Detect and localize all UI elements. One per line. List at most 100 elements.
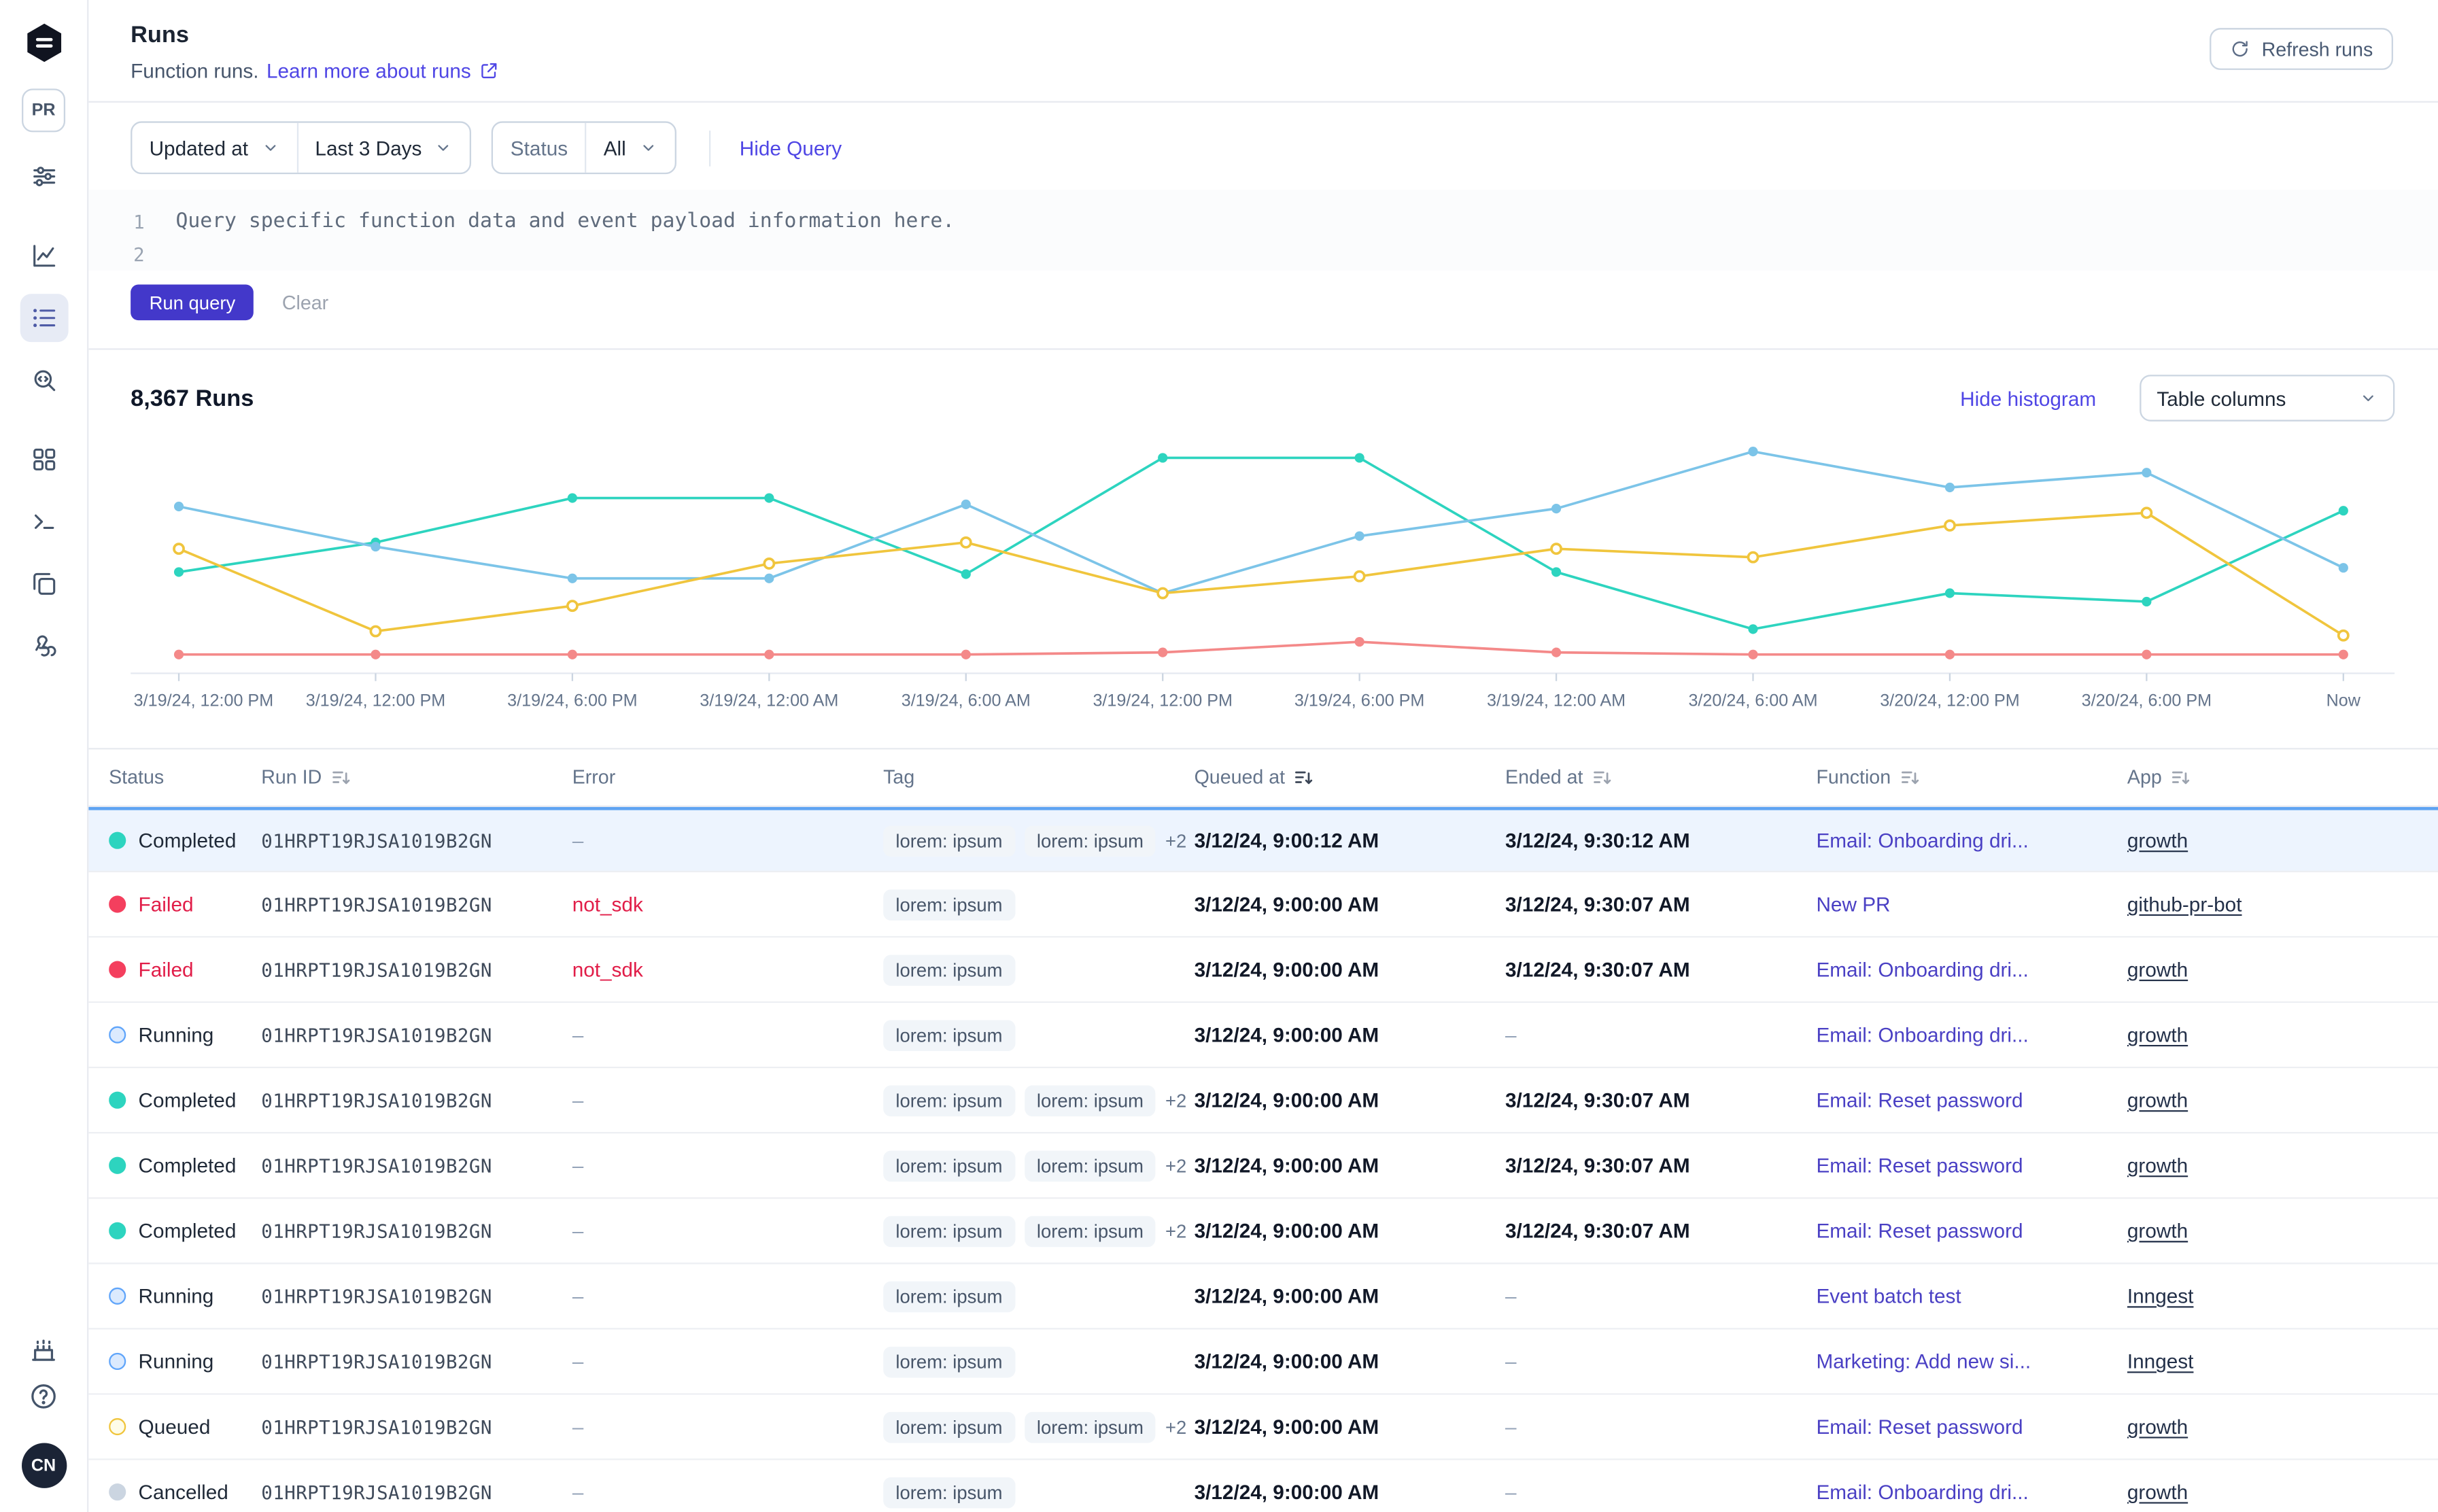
status-label: Failed bbox=[139, 893, 194, 916]
sidebar-item-webhook[interactable] bbox=[20, 622, 68, 670]
app-cell: growth bbox=[2127, 829, 2438, 852]
sidebar-footer: CN bbox=[21, 1333, 66, 1488]
table-row[interactable]: Queued01HRPT19RJSA1019B2GN–lorem: ipsuml… bbox=[88, 1395, 2438, 1460]
function-cell: Email: Onboarding dri... bbox=[1816, 829, 2127, 852]
status-label: Running bbox=[139, 1350, 214, 1373]
learn-more-link[interactable]: Learn more about runs bbox=[267, 59, 471, 82]
app-link[interactable]: growth bbox=[2127, 1480, 2188, 1503]
app-link[interactable]: growth bbox=[2127, 1088, 2188, 1112]
function-link[interactable]: Email: Reset password bbox=[1816, 1154, 2023, 1177]
sidebar-item-events-terminal[interactable] bbox=[20, 498, 68, 546]
hide-query-link[interactable]: Hide Query bbox=[740, 136, 842, 159]
extra-tags-count: +2 bbox=[1165, 829, 1186, 851]
help-icon[interactable] bbox=[28, 1381, 59, 1412]
runs-histogram-chart: 3/19/24, 12:00 PM 3/19/24, 12:00 PM 3/19/2… bbox=[88, 437, 2438, 720]
queued-at-cell: 3/12/24, 9:00:00 AM bbox=[1195, 1350, 1505, 1373]
sidebar-item-code-search[interactable] bbox=[20, 356, 68, 405]
column-label: App bbox=[2127, 767, 2162, 789]
app-link[interactable]: growth bbox=[2127, 958, 2188, 981]
tag-badge: lorem: ipsum bbox=[883, 825, 1015, 856]
tag-cell: lorem: ipsum bbox=[883, 954, 1194, 985]
app-link[interactable]: Inngest bbox=[2127, 1284, 2194, 1307]
column-header-function[interactable]: Function bbox=[1816, 766, 2127, 789]
app-link[interactable]: growth bbox=[2127, 829, 2188, 852]
sidebar-item-docs-copy[interactable] bbox=[20, 560, 68, 608]
tag-badge: lorem: ipsum bbox=[883, 1281, 1015, 1312]
tag-cell: lorem: ipsumlorem: ipsum+2 bbox=[883, 1150, 1194, 1181]
table-row[interactable]: Completed01HRPT19RJSA1019B2GN–lorem: ips… bbox=[88, 807, 2438, 872]
user-avatar[interactable]: CN bbox=[21, 1443, 66, 1488]
svg-text:3/19/24, 6:00 PM: 3/19/24, 6:00 PM bbox=[507, 691, 637, 710]
table-row[interactable]: Running01HRPT19RJSA1019B2GN–lorem: ipsum… bbox=[88, 1264, 2438, 1329]
column-header-ended-at[interactable]: Ended at bbox=[1505, 766, 1816, 789]
column-header-run-id[interactable]: Run ID bbox=[261, 766, 572, 789]
sidebar-item-metrics-chart[interactable] bbox=[20, 232, 68, 280]
function-link[interactable]: Event batch test bbox=[1816, 1284, 1961, 1307]
app-link[interactable]: growth bbox=[2127, 1154, 2188, 1177]
status-filter-value: All bbox=[604, 136, 626, 159]
error-cell: – bbox=[572, 1480, 883, 1503]
app-link[interactable]: growth bbox=[2127, 1415, 2188, 1438]
column-header-queued-at[interactable]: Queued at bbox=[1195, 766, 1505, 789]
function-link[interactable]: Marketing: Add new si... bbox=[1816, 1350, 2031, 1373]
column-header-app[interactable]: App bbox=[2127, 766, 2438, 789]
refresh-runs-button[interactable]: Refresh runs bbox=[2210, 28, 2393, 70]
function-link[interactable]: Email: Onboarding dri... bbox=[1816, 958, 2028, 981]
hide-histogram-link[interactable]: Hide histogram bbox=[1960, 386, 2096, 409]
error-cell: not_sdk bbox=[572, 893, 883, 916]
run-query-button[interactable]: Run query bbox=[131, 285, 254, 321]
run-id-cell: 01HRPT19RJSA1019B2GN bbox=[261, 1154, 572, 1176]
ended-at-cell: – bbox=[1505, 1415, 1816, 1438]
clear-query-button[interactable]: Clear bbox=[282, 292, 328, 313]
function-link[interactable]: Email: Onboarding dri... bbox=[1816, 1480, 2028, 1503]
function-link[interactable]: New PR bbox=[1816, 893, 1890, 916]
app-link[interactable]: github-pr-bot bbox=[2127, 893, 2242, 916]
app-link[interactable]: growth bbox=[2127, 1023, 2188, 1046]
table-row[interactable]: Running01HRPT19RJSA1019B2GN–lorem: ipsum… bbox=[88, 1003, 2438, 1068]
function-link[interactable]: Email: Reset password bbox=[1816, 1088, 2023, 1112]
status-filter-dropdown[interactable]: All bbox=[585, 123, 674, 173]
line-number: 2 bbox=[88, 243, 144, 265]
app-logo[interactable] bbox=[21, 20, 66, 65]
tag-badge: lorem: ipsum bbox=[883, 1215, 1015, 1246]
cake-icon[interactable] bbox=[28, 1333, 59, 1364]
env-badge[interactable]: PR bbox=[22, 88, 65, 132]
sidebar-item-runs-list[interactable] bbox=[20, 294, 68, 342]
table-body: Completed01HRPT19RJSA1019B2GN–lorem: ips… bbox=[88, 807, 2438, 1512]
app-link[interactable]: growth bbox=[2127, 1219, 2188, 1242]
query-editor[interactable]: 1 Query specific function data and event… bbox=[88, 190, 2438, 271]
table-row[interactable]: Running01HRPT19RJSA1019B2GN–lorem: ipsum… bbox=[88, 1330, 2438, 1395]
table-row[interactable]: Completed01HRPT19RJSA1019B2GN–lorem: ips… bbox=[88, 1068, 2438, 1133]
status-dot-completed bbox=[109, 1157, 126, 1174]
external-link-icon bbox=[479, 61, 499, 81]
sidebar-footer-nav bbox=[28, 1333, 59, 1412]
table-row[interactable]: Completed01HRPT19RJSA1019B2GN–lorem: ips… bbox=[88, 1199, 2438, 1264]
svg-text:Now: Now bbox=[2327, 691, 2361, 710]
function-cell: Marketing: Add new si... bbox=[1816, 1350, 2127, 1373]
error-cell: – bbox=[572, 829, 883, 852]
time-field-label: Updated at bbox=[150, 136, 248, 159]
time-range-dropdown[interactable]: Last 3 Days bbox=[296, 123, 470, 173]
status-dot-failed bbox=[109, 895, 126, 912]
sidebar-item-sliders[interactable] bbox=[20, 152, 68, 201]
app-link[interactable]: Inngest bbox=[2127, 1350, 2194, 1373]
table-row[interactable]: Completed01HRPT19RJSA1019B2GN–lorem: ips… bbox=[88, 1133, 2438, 1199]
function-cell: Event batch test bbox=[1816, 1284, 2127, 1307]
function-cell: Email: Reset password bbox=[1816, 1219, 2127, 1242]
extra-tags-count: +2 bbox=[1165, 1089, 1186, 1111]
table-columns-select[interactable]: Table columns bbox=[2140, 375, 2394, 422]
table-row[interactable]: Failed01HRPT19RJSA1019B2GNnot_sdklorem: … bbox=[88, 872, 2438, 938]
page-subtitle-text: Function runs. bbox=[131, 59, 258, 82]
svg-text:3/19/24, 12:00 PM: 3/19/24, 12:00 PM bbox=[306, 691, 445, 710]
time-field-dropdown[interactable]: Updated at bbox=[132, 123, 296, 173]
sidebar-item-apps-grid[interactable] bbox=[20, 435, 68, 483]
function-link[interactable]: Email: Onboarding dri... bbox=[1816, 829, 2028, 852]
status-cell: Completed bbox=[109, 1154, 261, 1177]
tag-badge: lorem: ipsum bbox=[883, 1150, 1015, 1181]
function-link[interactable]: Email: Reset password bbox=[1816, 1415, 2023, 1438]
function-link[interactable]: Email: Reset password bbox=[1816, 1219, 2023, 1242]
svg-text:3/19/24, 12:00 PM: 3/19/24, 12:00 PM bbox=[1093, 691, 1232, 710]
function-link[interactable]: Email: Onboarding dri... bbox=[1816, 1023, 2028, 1046]
table-row[interactable]: Failed01HRPT19RJSA1019B2GNnot_sdklorem: … bbox=[88, 938, 2438, 1003]
table-row[interactable]: Cancelled01HRPT19RJSA1019B2GN–lorem: ips… bbox=[88, 1460, 2438, 1512]
